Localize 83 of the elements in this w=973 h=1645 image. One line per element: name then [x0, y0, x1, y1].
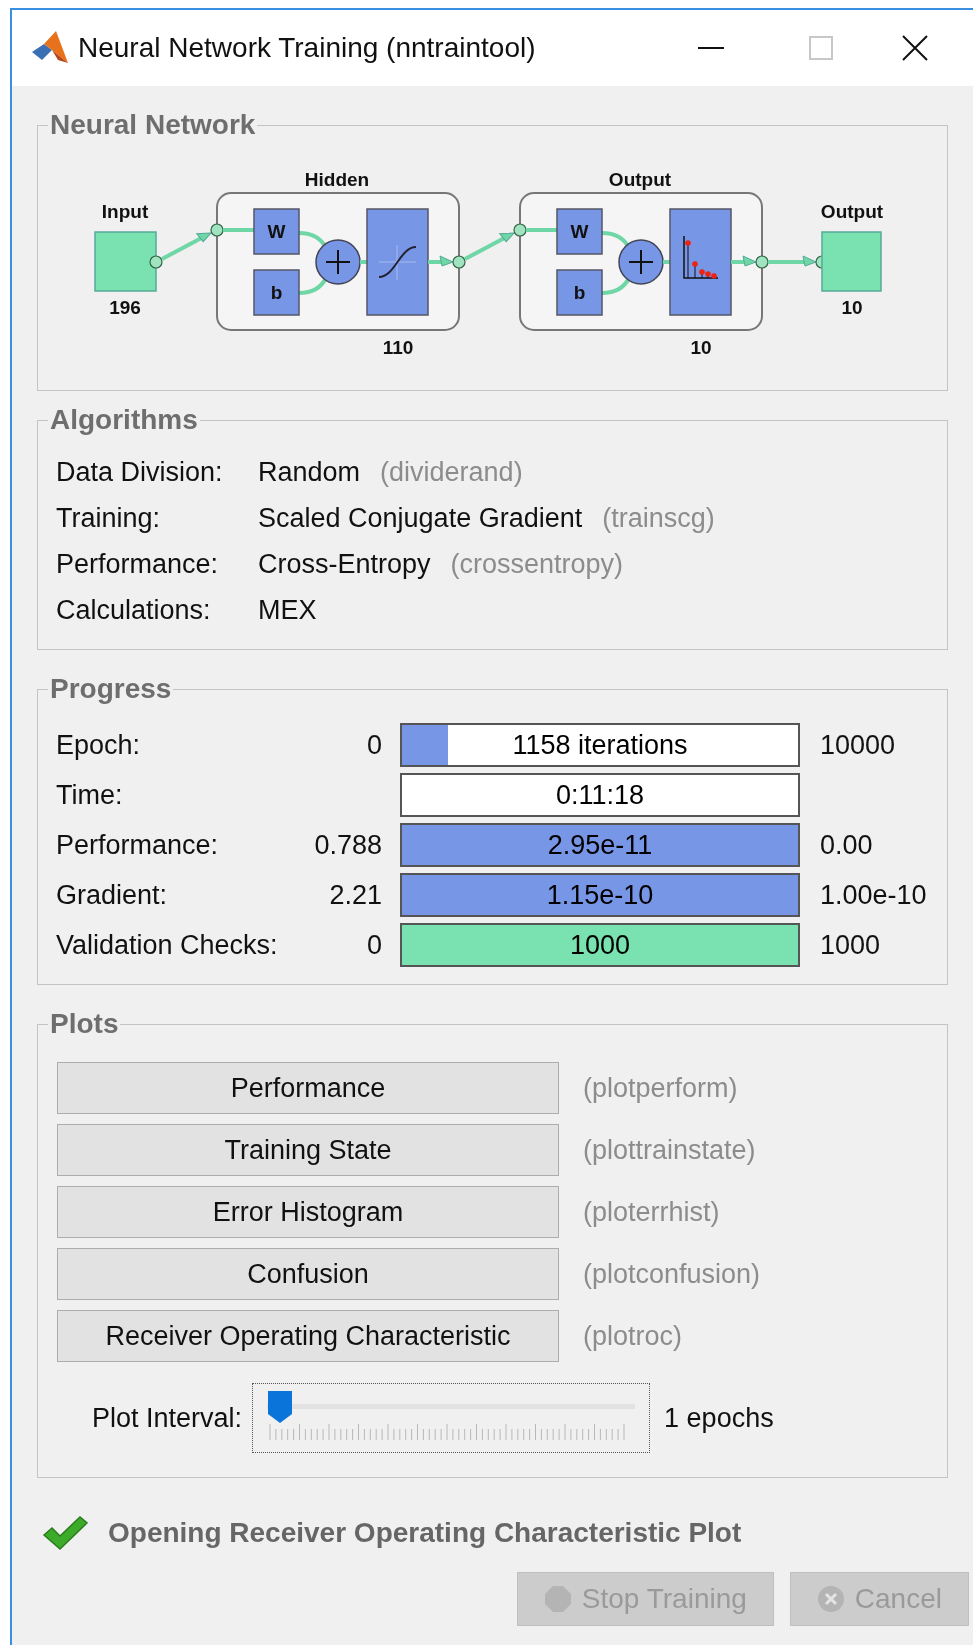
progress-value: 1000 [569, 928, 631, 962]
start-value: 0 [366, 928, 382, 962]
target-value: 0.00 [820, 828, 873, 862]
progress-label: Validation Checks: [55, 928, 279, 962]
sigmoid-icon [366, 208, 429, 316]
status-message: Opening Receiver Operating Characteristic Plot [108, 1516, 742, 1550]
start-value: 0.788 [314, 828, 382, 862]
connection-arrow [464, 232, 515, 261]
function-name: (crossentropy) [450, 547, 624, 581]
layer-size: 10 [690, 337, 712, 358]
bias-block: b [253, 269, 300, 316]
connection-arrow [731, 255, 757, 267]
function-name: (plotroc) [583, 1319, 683, 1353]
group-title: Algorithms [49, 403, 199, 437]
input-node [94, 231, 157, 292]
app-logo-icon [30, 30, 70, 66]
progress-label: Epoch: [55, 728, 142, 762]
progress-value: 1158 iterations [512, 728, 688, 762]
algorithm-label: Calculations: [55, 593, 212, 627]
input-label: Input [101, 201, 149, 222]
sum-icon [315, 239, 361, 285]
start-value: 2.21 [329, 878, 382, 912]
progress-value: 2.95e-11 [547, 828, 653, 862]
stop-sign-icon [543, 1585, 572, 1613]
group-title: Progress [49, 672, 173, 706]
plot-button[interactable]: Training State [57, 1124, 559, 1176]
input-size: 196 [109, 297, 141, 318]
sum-icon [618, 239, 664, 285]
maximize-icon [809, 36, 833, 60]
function-name: (plottrainstate) [583, 1133, 756, 1167]
output-size: 10 [841, 297, 863, 318]
algorithm-label: Performance: [55, 547, 220, 581]
progress-label: Performance: [55, 828, 220, 862]
close-icon [902, 35, 928, 61]
start-value: 0 [366, 728, 382, 762]
output-node [821, 231, 882, 292]
plot-interval-slider[interactable] [252, 1383, 651, 1453]
slider-thumb[interactable] [267, 1390, 294, 1424]
target-value: 1.00e-10 [820, 878, 927, 912]
weight-block: W [556, 208, 603, 255]
cancel-icon [816, 1585, 845, 1613]
connector-dot [513, 223, 527, 237]
plot-button[interactable]: Receiver Operating Characteristic [57, 1310, 559, 1362]
algorithm-label: Training: [55, 501, 162, 535]
algorithm-label: Data Division: [55, 455, 224, 489]
connector-dot [210, 223, 224, 237]
progress-label: Time: [55, 778, 124, 812]
bias-block: b [556, 269, 603, 316]
target-value: 1000 [820, 928, 881, 962]
plot-button[interactable]: Confusion [57, 1248, 559, 1300]
minimize-icon [698, 47, 724, 49]
plot-interval-value: 1 epochs [664, 1401, 774, 1435]
layer-name: Output [608, 169, 672, 190]
algorithm-value: Scaled Conjugate Gradient [258, 501, 583, 535]
connection-arrow [768, 255, 817, 267]
target-value: 10000 [820, 728, 896, 762]
plot-interval-label: Plot Interval: [92, 1401, 243, 1435]
layer-size: 110 [382, 337, 414, 358]
plot-button[interactable]: Error Histogram [57, 1186, 559, 1238]
progress-label: Gradient: [55, 878, 169, 912]
connector-dot [755, 255, 769, 269]
function-name: (trainscg) [602, 501, 715, 535]
weight-block: W [253, 208, 300, 255]
layer-name: Hidden [304, 169, 370, 190]
algorithm-value: Cross-Entropy [258, 547, 431, 581]
group-title: Neural Network [49, 108, 257, 142]
connection-arrow [428, 255, 454, 267]
checkmark-icon [42, 1515, 88, 1551]
progress-value: 1.15e-10 [546, 878, 654, 912]
output-label: Output [820, 201, 884, 222]
algorithm-value: Random [258, 455, 361, 489]
connection-arrow [161, 232, 212, 261]
algorithm-value: MEX [258, 593, 317, 627]
stem-plot-icon [669, 208, 732, 316]
connector-dot [149, 255, 163, 269]
plot-button[interactable]: Performance [57, 1062, 559, 1114]
function-name: (ploterrhist) [583, 1195, 720, 1229]
connector-dot [452, 255, 466, 269]
function-name: (plotperform) [583, 1071, 738, 1105]
group-title: Plots [49, 1007, 120, 1041]
function-name: (plotconfusion) [583, 1257, 761, 1291]
function-name: (dividerand) [380, 455, 523, 489]
window-title: Neural Network Training (nntraintool) [78, 31, 536, 65]
